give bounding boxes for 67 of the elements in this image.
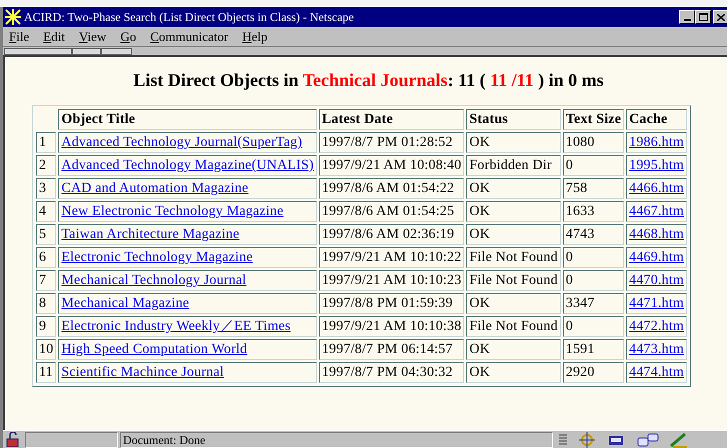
row-number: 5 (36, 224, 56, 245)
status-cell: OK (466, 362, 561, 383)
column-header: Text Size (562, 109, 624, 130)
size-cell: 758 (562, 178, 624, 199)
status-cell: OK (466, 178, 561, 199)
status-cell: File Not Found (466, 316, 561, 337)
status-cell: OK (466, 339, 561, 360)
maximize-button[interactable] (695, 10, 711, 24)
menu-item[interactable]: Communicator (150, 26, 228, 46)
pen-icon[interactable] (669, 432, 689, 448)
date-cell: 1997/9/21 AM 10:10:38 (318, 316, 464, 337)
row-number: 10 (36, 339, 56, 360)
close-button[interactable] (713, 10, 727, 24)
menu-item[interactable]: Go (120, 26, 136, 46)
date-cell: 1997/8/6 AM 01:54:25 (318, 201, 464, 222)
page-heading: List Direct Objects in Technical Journals: 11 ( 11 /11 ) in 0 ms (132, 69, 605, 92)
row-number: 8 (36, 293, 56, 314)
size-cell: 1080 (562, 132, 624, 153)
date-cell: 1997/8/8 PM 01:59:39 (318, 293, 464, 314)
row-number: 7 (36, 270, 56, 291)
date-cell: 1997/8/6 AM 02:36:19 (318, 224, 464, 245)
column-header: Status (466, 109, 561, 130)
size-cell: 0 (562, 247, 624, 268)
size-cell: 2920 (562, 362, 624, 383)
status-cell: OK (466, 224, 561, 245)
size-cell: 4743 (562, 224, 624, 245)
date-cell: 1997/8/6 AM 01:54:22 (318, 178, 464, 199)
minimize-button[interactable] (679, 10, 695, 24)
menu-item[interactable]: Edit (43, 26, 65, 46)
menu-item[interactable]: View (78, 26, 106, 46)
row-number: 4 (36, 201, 56, 222)
row-number: 6 (36, 247, 56, 268)
date-cell: 1997/8/7 PM 06:14:57 (318, 339, 464, 360)
row-number: 1 (36, 132, 56, 153)
toolbar-tabs-drawing[interactable] (4, 48, 132, 54)
menu-item[interactable]: File (9, 26, 30, 46)
status-cell: OK (466, 293, 561, 314)
size-cell: 3347 (562, 293, 624, 314)
menu-item[interactable]: Help (242, 26, 268, 46)
date-cell: 1997/9/21 AM 10:08:40 (318, 155, 464, 176)
status-cell: OK (466, 132, 561, 153)
size-cell: 0 (562, 316, 624, 337)
row-number: 3 (36, 178, 56, 199)
date-cell: 1997/9/21 AM 10:10:23 (318, 270, 464, 291)
chat-icon[interactable] (637, 432, 659, 448)
size-cell: 0 (562, 155, 624, 176)
date-cell: 1997/8/7 PM 01:28:52 (318, 132, 464, 153)
app-logo-icon (5, 9, 21, 25)
row-number: 11 (36, 362, 56, 383)
close-icon (717, 14, 725, 20)
size-cell: 1633 (562, 201, 624, 222)
window-title: ACIRD: Two-Phase Search (List Direct Objects in Class) - Netscape (24, 9, 355, 26)
date-cell: 1997/8/7 PM 04:30:32 (318, 362, 464, 383)
size-cell: 1591 (562, 339, 624, 360)
date-cell: 1997/9/21 AM 10:10:22 (318, 247, 464, 268)
status-cell: File Not Found (466, 247, 561, 268)
row-number: 9 (36, 316, 56, 337)
size-cell: 0 (562, 270, 624, 291)
column-header: Object Title (58, 109, 317, 130)
grip-icon (559, 432, 567, 446)
status-cell: Forbidden Dir (466, 155, 561, 176)
status-text: Document: Done (120, 432, 553, 448)
status-cell: OK (466, 201, 561, 222)
status-cell: File Not Found (466, 270, 561, 291)
row-number: 2 (36, 155, 56, 176)
column-header: Latest Date (318, 109, 464, 130)
column-header: Cache (626, 109, 688, 130)
